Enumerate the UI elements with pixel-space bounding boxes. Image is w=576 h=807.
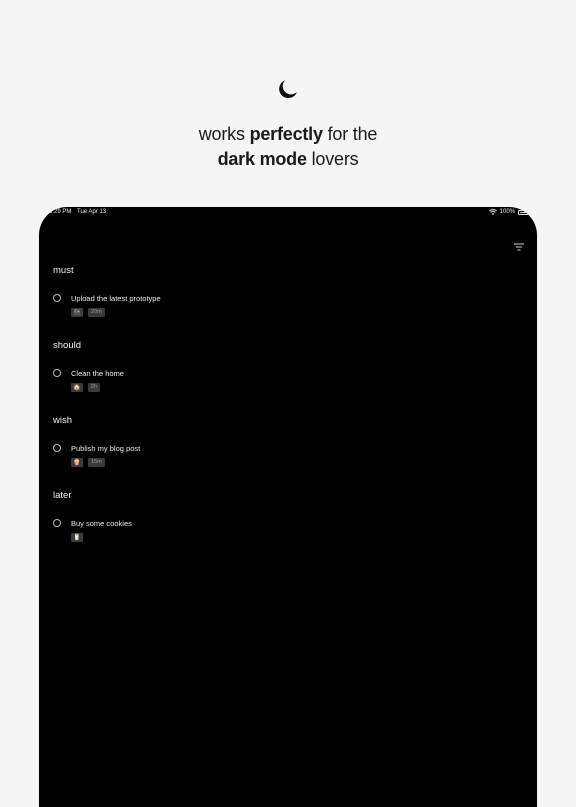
popcorn-emoji-icon: 🍿 <box>71 458 83 467</box>
task-title[interactable]: Clean the home <box>71 369 124 378</box>
task-title[interactable]: Upload the latest prototype <box>71 294 161 303</box>
task-checkbox[interactable] <box>53 444 61 452</box>
section-title-should: should <box>53 340 81 351</box>
section-title-must: must <box>53 265 74 276</box>
crescent-moon-icon <box>279 80 297 99</box>
duration-tag: 20m <box>88 308 105 317</box>
cup-emoji-icon: 🥛 <box>71 533 83 542</box>
section-title-later: later <box>53 490 72 501</box>
house-emoji-icon: 🏠 <box>71 383 83 392</box>
headline-line-2: dark mode lovers <box>217 149 359 169</box>
wifi-icon <box>488 209 497 215</box>
section-title-wish: wish <box>53 415 73 426</box>
map-emoji-icon: 🗺 <box>71 308 83 317</box>
filter-lines-icon[interactable] <box>514 243 524 251</box>
headline-line-1: works perfectly for the <box>198 124 378 144</box>
duration-tag: 2h <box>88 383 101 392</box>
task-checkbox[interactable] <box>53 369 61 377</box>
task-title[interactable]: Publish my blog post <box>71 444 140 453</box>
duration-tag: 15m <box>88 458 105 467</box>
battery-percent: 100% <box>499 209 515 215</box>
task-checkbox[interactable] <box>53 294 61 302</box>
task-checkbox[interactable] <box>53 519 61 527</box>
task-title[interactable]: Buy some cookies <box>71 519 132 528</box>
battery-icon <box>518 209 529 215</box>
device-screen: 9:29 PM Tue Apr 13 100% must Upload the … <box>39 207 537 807</box>
status-indicators: 100% <box>488 209 529 215</box>
status-time: 9:29 PM <box>49 209 72 215</box>
status-date: Tue Apr 13 <box>77 209 107 215</box>
